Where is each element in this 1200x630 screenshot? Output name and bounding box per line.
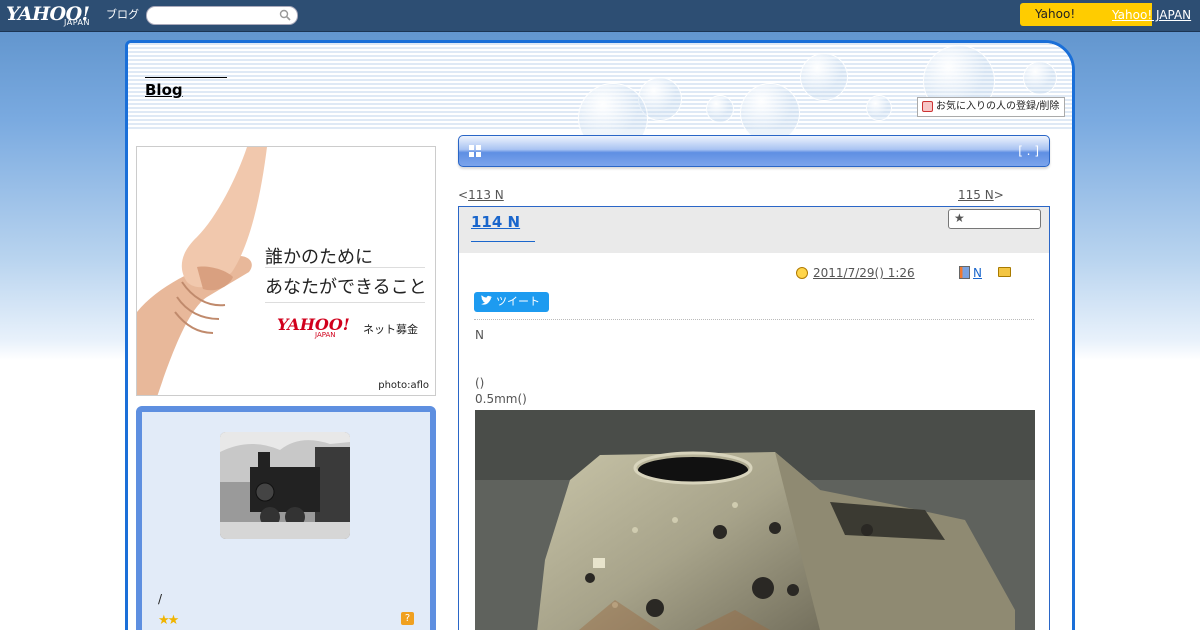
search-icon[interactable] — [279, 9, 291, 21]
blog-title-rule — [145, 77, 227, 78]
bookmark-button[interactable]: ★ — [948, 209, 1041, 229]
bubble-decoration — [706, 95, 734, 123]
ad-divider — [265, 267, 425, 268]
heart-icon — [922, 101, 933, 112]
ad-service-name: ネット募金 — [363, 323, 418, 336]
yahoo-japan-button-label: Yahoo! — [1035, 7, 1076, 21]
article-header: 114 N ★ — [459, 207, 1049, 253]
article-date-link[interactable]: 2011/7/29() 1:26 — [813, 266, 915, 280]
logo-blog-text: ブログ — [106, 8, 139, 21]
article: 114 N ★ 2011/7/29() 1:26 N ツイート N () 0.5… — [458, 206, 1050, 630]
twitter-bird-icon — [481, 295, 492, 305]
bubble-decoration — [1023, 61, 1057, 95]
article-photo[interactable] — [475, 410, 1035, 630]
ad-headline-2: あなたができること — [265, 277, 427, 298]
article-body-text: N — [475, 328, 484, 342]
yahoo-japan-link[interactable]: Yahoo! JAPAN — [1112, 8, 1191, 22]
article-section-bar: [ . ] — [458, 135, 1050, 167]
ad-headline-1: 誰かのために — [265, 247, 373, 268]
tweet-button-label: ツイート — [496, 295, 540, 308]
bubble-decoration — [740, 83, 800, 143]
next-article-link[interactable]: 115 N — [958, 188, 994, 202]
article-title-underline — [471, 241, 535, 242]
yahoo-blog-logo[interactable]: YAHOO! JAPAN ブログ — [6, 3, 142, 29]
profile-text: / — [158, 592, 163, 606]
profile-avatar[interactable] — [220, 432, 350, 539]
tweet-button[interactable]: ツイート — [474, 292, 549, 312]
handshake-image — [137, 147, 267, 395]
search-input[interactable] — [146, 6, 298, 25]
top-navigation-bar: YAHOO! JAPAN ブログ Yahoo! Yahoo! JAPAN — [0, 0, 1200, 32]
star-rating-icon: ★★ — [158, 613, 179, 628]
ad-divider — [265, 302, 425, 303]
model-tank-photo — [475, 410, 1035, 630]
blog-header: Blog お気に入りの人の登録/削除 — [128, 43, 1072, 153]
bubble-decoration — [866, 95, 892, 121]
article-date: 2011/7/29() 1:26 — [796, 266, 915, 280]
favorite-register-label: お気に入りの人の登録/削除 — [936, 101, 1060, 112]
article-divider — [474, 319, 1034, 320]
article-body-text: () — [475, 376, 485, 390]
grid-icon[interactable] — [469, 145, 481, 157]
folder-icon — [998, 267, 1011, 277]
next-article-nav: 115 N> — [958, 188, 1004, 202]
help-icon[interactable]: ? — [401, 612, 414, 625]
article-category-link[interactable]: N — [973, 266, 982, 280]
star-icon: ★ — [954, 211, 965, 225]
ad-yahoo-logo: YAHOO! — [277, 315, 350, 334]
bubble-decoration — [800, 53, 848, 101]
book-icon — [959, 266, 970, 279]
blog-frame: Blog お気に入りの人の登録/削除 誰かのために あなたができること YAHO… — [125, 40, 1075, 630]
logo-sub-text: JAPAN — [64, 18, 90, 27]
blog-title[interactable]: Blog — [145, 81, 183, 99]
next-arrow: > — [993, 188, 1004, 202]
article-title[interactable]: 114 N — [471, 213, 520, 231]
ad-yahoo-logo-sub: JAPAN — [315, 331, 336, 339]
section-bar-bracket[interactable]: [ . ] — [1018, 144, 1039, 158]
previous-article-nav: <113 N — [458, 188, 504, 202]
profile-box: / ★★ ? — [136, 406, 436, 630]
article-body-text: 0.5mm() — [475, 392, 527, 406]
charity-ad-banner[interactable]: 誰かのために あなたができること YAHOO! JAPAN ネット募金 phot… — [136, 146, 436, 396]
previous-arrow: < — [458, 188, 469, 202]
ad-photo-credit: photo:aflo — [378, 380, 429, 391]
favorite-register-button[interactable]: お気に入りの人の登録/削除 — [917, 97, 1065, 117]
previous-article-link[interactable]: 113 N — [468, 188, 504, 202]
steam-locomotive-image — [220, 432, 350, 539]
